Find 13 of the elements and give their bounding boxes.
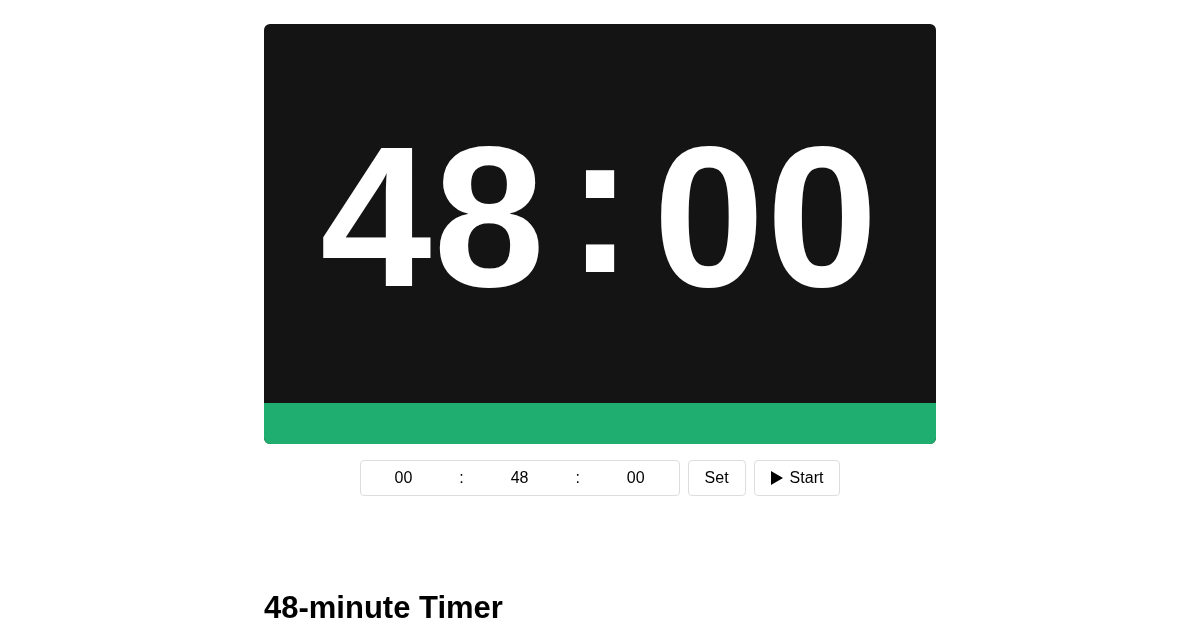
time-input-field[interactable]: 00 xyxy=(373,469,434,487)
play-icon xyxy=(770,471,783,485)
set-button[interactable]: Set xyxy=(687,460,746,496)
time-input-field[interactable]: 00 xyxy=(605,469,666,487)
time-input[interactable]: 00 : 48 : 00 xyxy=(359,460,680,496)
page-title: 48-minute Timer xyxy=(264,590,504,626)
time-colon: : xyxy=(459,469,464,487)
minutes-display: 48 xyxy=(320,116,547,317)
time-input-field[interactable]: 48 xyxy=(489,469,550,487)
seconds-display: 00 xyxy=(653,116,880,317)
time-separator: : xyxy=(565,102,635,303)
start-button[interactable]: Start xyxy=(753,460,841,496)
time-colon: : xyxy=(575,469,580,487)
